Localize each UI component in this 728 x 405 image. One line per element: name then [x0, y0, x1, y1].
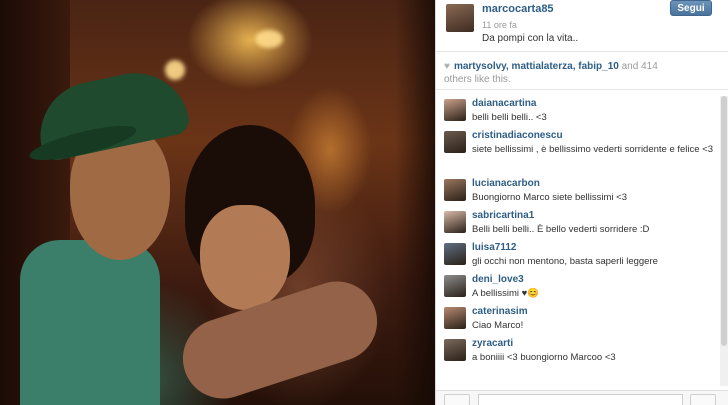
likes-summary: ♥ martysolvy, mattialaterza, fabip_10 and…: [436, 52, 728, 90]
list-item: cristinadiaconescu siete bellissimi , è …: [436, 128, 721, 176]
comment-text: Ciao Marco!: [472, 320, 524, 331]
comment-text: a boniiii <3 buongiorno Marcoo <3: [472, 352, 616, 363]
comment-text: belli belli belli.. <3: [472, 112, 547, 123]
avatar[interactable]: [446, 4, 474, 32]
photo-shade: [395, 0, 435, 405]
comment-username[interactable]: luisa7112: [472, 242, 516, 253]
person-arm: [172, 271, 388, 405]
comment-username[interactable]: lucianacarbon: [472, 178, 540, 189]
comment-input[interactable]: [478, 394, 683, 405]
list-item: lucianacarbon Buongiorno Marco siete bel…: [436, 176, 721, 208]
comment-text: A bellissimi ♥😊: [472, 288, 540, 299]
avatar[interactable]: [444, 131, 466, 153]
list-item: sabricartina1 Belli belli belli.. È bell…: [436, 208, 721, 240]
scrollbar-thumb[interactable]: [721, 96, 727, 346]
more-button[interactable]: [690, 394, 716, 405]
list-item: luisa7112 gli occhi non mentono, basta s…: [436, 240, 721, 272]
post-username[interactable]: marcocarta85: [482, 3, 554, 15]
heart-icon: ♥: [444, 61, 450, 72]
post-photo[interactable]: [0, 0, 435, 405]
post-caption: Da pompi con la vita..: [482, 33, 579, 44]
likes-others: others like this.: [444, 74, 511, 85]
like-button[interactable]: [444, 394, 470, 405]
follow-button[interactable]: Segui: [670, 0, 712, 16]
post-sidebar: marcocarta85 11 ore fa Da pompi con la v…: [435, 0, 728, 405]
post-header: marcocarta85 11 ore fa Da pompi con la v…: [436, 0, 728, 52]
comment-list: daianacartina belli belli belli.. <3 cri…: [436, 96, 721, 368]
lamp-light: [165, 60, 185, 80]
avatar[interactable]: [444, 339, 466, 361]
comment-text: gli occhi non mentono, basta saperli leg…: [472, 256, 658, 267]
list-item: zyracarti a boniiii <3 buongiorno Marcoo…: [436, 336, 721, 368]
avatar[interactable]: [444, 307, 466, 329]
avatar[interactable]: [444, 243, 466, 265]
comments-scrollbar[interactable]: [720, 96, 728, 386]
avatar[interactable]: [444, 99, 466, 121]
list-item: daianacartina belli belli belli.. <3: [436, 96, 721, 128]
comment-username[interactable]: caterinasim: [472, 306, 528, 317]
comment-text: siete bellissimi , è bellissimo vederti …: [472, 144, 714, 155]
comment-text: Buongiorno Marco siete bellissimi <3: [472, 192, 627, 203]
avatar[interactable]: [444, 179, 466, 201]
post-time: 11 ore fa: [482, 20, 517, 30]
comment-text: Belli belli belli.. È bello vederti sorr…: [472, 224, 650, 235]
comment-username[interactable]: daianacartina: [472, 98, 536, 109]
list-item: caterinasim Ciao Marco!: [436, 304, 721, 336]
likes-count: and 414: [618, 61, 658, 72]
comment-username[interactable]: deni_love3: [472, 274, 524, 285]
likers-list[interactable]: martysolvy, mattialaterza, fabip_10: [454, 61, 619, 72]
comment-username[interactable]: sabricartina1: [472, 210, 534, 221]
avatar[interactable]: [444, 211, 466, 233]
list-item: deni_love3 A bellissimi ♥😊: [436, 272, 721, 304]
lamp-light: [255, 30, 283, 48]
comment-username[interactable]: cristinadiaconescu: [472, 130, 563, 141]
comment-footer: [436, 390, 728, 405]
comment-username[interactable]: zyracarti: [472, 338, 513, 349]
avatar[interactable]: [444, 275, 466, 297]
person-face: [200, 205, 290, 310]
person-shirt: [20, 240, 160, 405]
